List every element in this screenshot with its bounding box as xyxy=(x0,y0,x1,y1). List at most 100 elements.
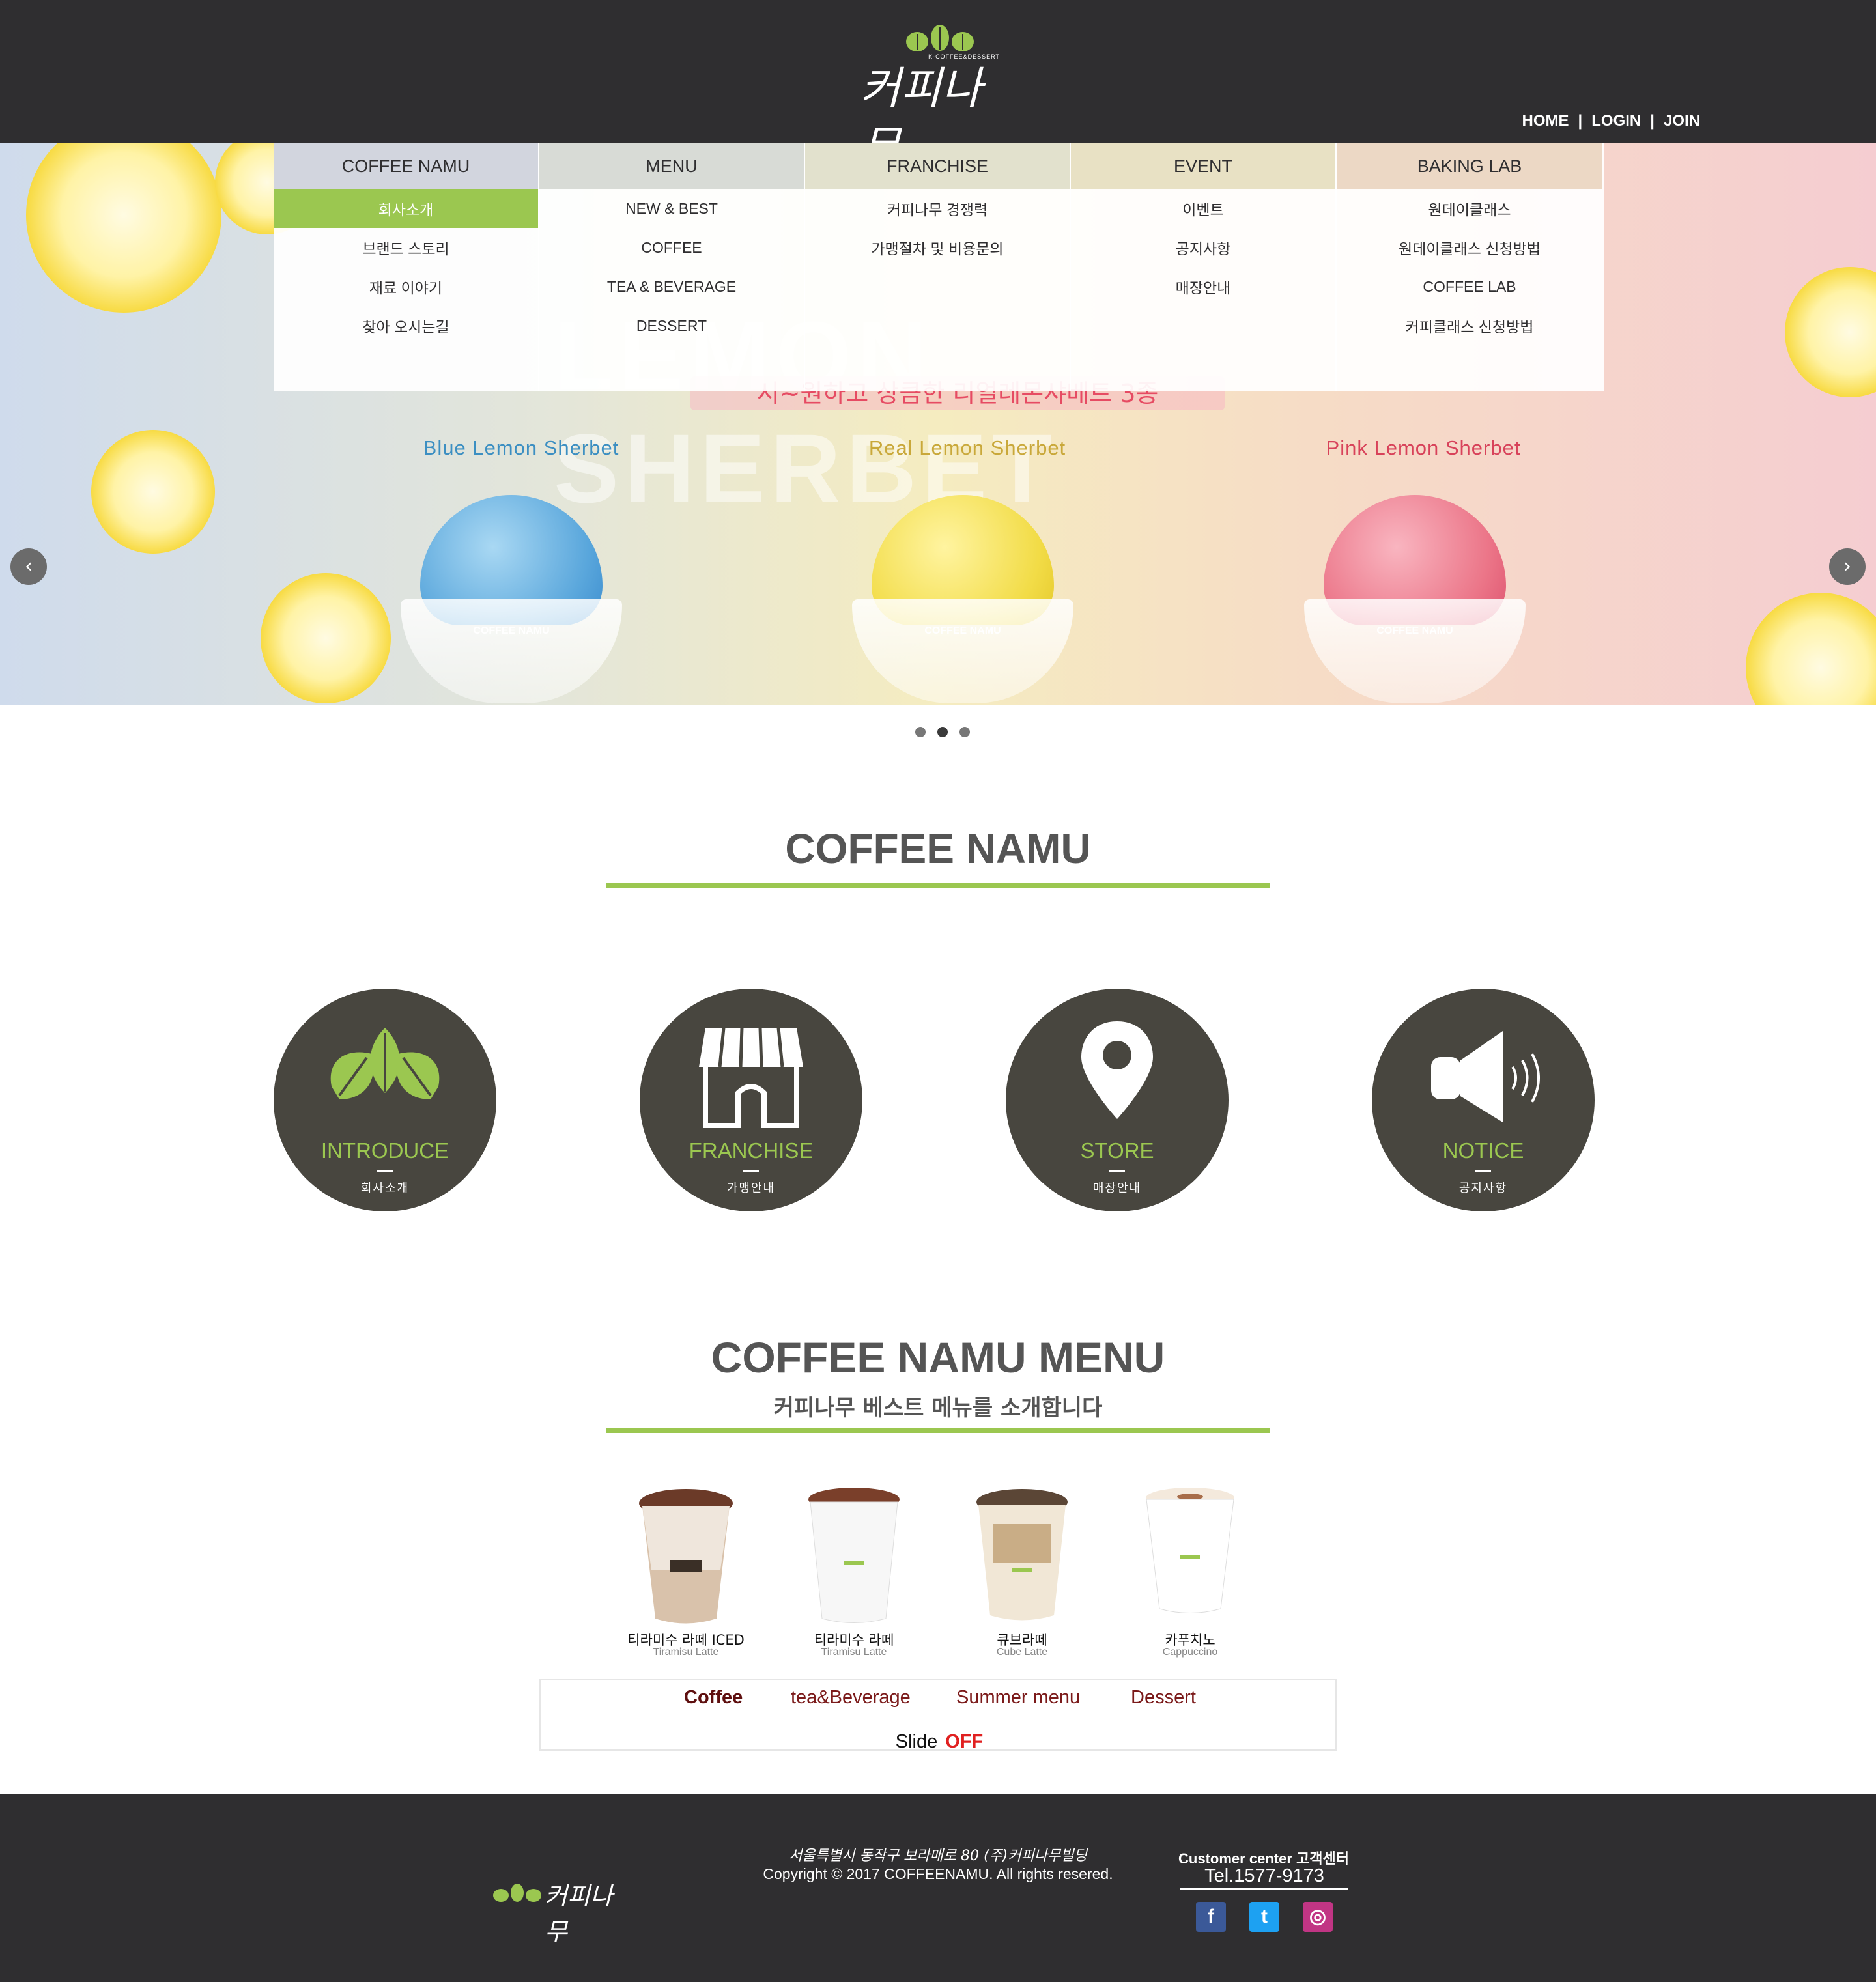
circle-divider xyxy=(743,1170,759,1172)
tab-summer-menu[interactable]: Summer menu xyxy=(956,1687,1080,1708)
nav-item-tea-beverage[interactable]: TEA & BEVERAGE xyxy=(539,267,804,306)
nav-item-competitiveness[interactable]: 커피나무 경쟁력 xyxy=(805,189,1070,228)
cup-label: COFFEE NAMU xyxy=(473,625,550,636)
instagram-link[interactable]: ◎ xyxy=(1303,1902,1333,1932)
nav-item-company-intro[interactable]: 회사소개 xyxy=(274,189,538,228)
slide-toggle[interactable]: Slide OFF xyxy=(541,1731,1338,1753)
chevron-left-icon: ‹ xyxy=(25,555,33,578)
nav-item-brand-story[interactable]: 브랜드 스토리 xyxy=(274,228,538,267)
product-name-en: Tiramisu Latte xyxy=(653,1647,719,1658)
product-card[interactable]: 큐브라떼 Cube Latte xyxy=(947,1479,1090,1667)
map-pin-icon xyxy=(1081,1021,1153,1119)
twitter-link[interactable]: t xyxy=(1249,1902,1279,1932)
nav-head-franchise[interactable]: FRANCHISE xyxy=(805,143,1070,189)
notice-button[interactable]: NOTICE 공지사항 xyxy=(1372,989,1595,1211)
circle-subtitle: 회사소개 xyxy=(360,1182,410,1195)
nav-head-baking-lab[interactable]: BAKING LAB xyxy=(1337,143,1602,189)
nav-item-directions[interactable]: 찾아 오시는길 xyxy=(274,306,538,345)
login-link[interactable]: LOGIN xyxy=(1591,112,1641,130)
storefront-icon xyxy=(699,1027,803,1128)
nav-item-stores[interactable]: 매장안내 xyxy=(1071,267,1335,306)
lemon-slice-image xyxy=(261,573,391,703)
nav-head-coffee-namu[interactable]: COFFEE NAMU xyxy=(274,143,538,189)
slider-dot-1[interactable] xyxy=(915,727,926,737)
footer-logo[interactable]: 커피나무 xyxy=(492,1876,623,1946)
nav-item-coffee[interactable]: COFFEE xyxy=(539,228,804,267)
footer-address: 서울특별시 동작구 보라매로 80 (주)커피나무빌딩 xyxy=(789,1848,1087,1864)
link-separator: | xyxy=(1578,112,1583,130)
top-links: HOME | LOGIN | JOIN xyxy=(1522,112,1700,130)
footer-copyright: Copyright © 2017 COFFEENAMU. All rights … xyxy=(763,1865,1113,1882)
nav-item-oneday-apply[interactable]: 원데이클래스 신청방법 xyxy=(1337,228,1602,267)
nav-column-menu: MENU NEW & BEST COFFEE TEA & BEVERAGE DE… xyxy=(539,143,805,391)
tab-dessert[interactable]: Dessert xyxy=(1131,1687,1196,1708)
real-sherbet-image: COFFEE NAMU xyxy=(852,495,1073,705)
product-card[interactable]: 카푸치노 Cappuccino xyxy=(1115,1479,1258,1667)
site-logo[interactable]: K-COFFEE&DESSERT 커피나무 xyxy=(853,18,1023,173)
iced-latte-cup-image xyxy=(639,1489,733,1624)
introduce-button[interactable]: INTRODUCE 회사소개 xyxy=(274,989,496,1211)
slider-dot-3[interactable] xyxy=(959,727,970,737)
site-footer: 커피나무 서울특별시 동작구 보라매로 80 (주)커피나무빌딩 Copyrig… xyxy=(0,1794,1876,1982)
tab-tea-beverage[interactable]: tea&Beverage xyxy=(791,1687,911,1708)
nav-item-oneday-class[interactable]: 원데이클래스 xyxy=(1337,189,1602,228)
product-card[interactable]: 티라미수 라떼 Tiramisu Latte xyxy=(779,1479,922,1667)
section-underline xyxy=(606,1428,1270,1433)
circle-title: STORE xyxy=(1080,1139,1154,1163)
product-card[interactable]: 티라미수 라떼 ICED Tiramisu Latte xyxy=(611,1479,754,1667)
nav-column-baking-lab: BAKING LAB 원데이클래스 원데이클래스 신청방법 COFFEE LAB… xyxy=(1337,143,1602,391)
facebook-link[interactable]: f xyxy=(1196,1902,1226,1932)
nav-item-notices[interactable]: 공지사항 xyxy=(1071,228,1335,267)
chevron-right-icon: › xyxy=(1843,555,1851,578)
nav-item-new-best[interactable]: NEW & BEST xyxy=(539,189,804,228)
lemon-slice-image xyxy=(1746,593,1876,705)
nav-item-coffee-class-apply[interactable]: 커피클래스 신청방법 xyxy=(1337,306,1602,345)
circle-title: NOTICE xyxy=(1442,1139,1524,1163)
link-separator: | xyxy=(1650,112,1655,130)
product-name-en: Cappuccino xyxy=(1162,1647,1218,1658)
circle-subtitle: 가맹안내 xyxy=(726,1182,776,1195)
lemon-slice-image xyxy=(26,143,221,313)
nav-item-events[interactable]: 이벤트 xyxy=(1071,189,1335,228)
slide-state[interactable]: OFF xyxy=(945,1731,983,1752)
circle-subtitle: 공지사항 xyxy=(1458,1182,1508,1195)
slider-dot-2[interactable] xyxy=(937,727,948,737)
nav-column-coffee-namu: COFFEE NAMU 회사소개 브랜드 스토리 재료 이야기 찾아 오시는길 xyxy=(274,143,539,391)
join-link[interactable]: JOIN xyxy=(1664,112,1700,130)
footer-logo-text: 커피나무 xyxy=(545,1882,613,1946)
slider-next-button[interactable]: › xyxy=(1829,548,1866,585)
facebook-icon: f xyxy=(1208,1906,1214,1927)
nav-head-event[interactable]: EVENT xyxy=(1071,143,1335,189)
flavor-label-pink: Pink Lemon Sherbet xyxy=(1326,436,1521,459)
leaves-logo-icon xyxy=(906,25,974,51)
twitter-icon: t xyxy=(1261,1906,1268,1927)
leaves-logo-icon xyxy=(493,1884,541,1902)
cube-latte-cup-image xyxy=(976,1489,1068,1621)
blue-sherbet-image: COFFEE NAMU xyxy=(401,495,622,705)
slide-label: Slide xyxy=(895,1731,938,1752)
circle-title: INTRODUCE xyxy=(320,1139,449,1163)
nav-column-event: EVENT 이벤트 공지사항 매장안내 xyxy=(1071,143,1337,391)
tiramisu-latte-cup-image xyxy=(808,1488,900,1623)
nav-item-ingredients[interactable]: 재료 이야기 xyxy=(274,267,538,306)
circle-title: FRANCHISE xyxy=(689,1139,814,1163)
product-name-en: Cube Latte xyxy=(996,1647,1048,1658)
home-link[interactable]: HOME xyxy=(1522,112,1569,130)
franchise-button[interactable]: FRANCHISE 가맹안내 xyxy=(640,989,862,1211)
leaves-icon xyxy=(330,1028,440,1099)
flavor-label-blue: Blue Lemon Sherbet xyxy=(423,436,619,459)
nav-head-menu[interactable]: MENU xyxy=(539,143,804,189)
nav-item-coffee-lab[interactable]: COFFEE LAB xyxy=(1337,267,1602,306)
section-title-menu: COFFEE NAMU MENU xyxy=(711,1333,1165,1381)
slider-dots xyxy=(909,727,976,737)
nav-item-dessert[interactable]: DESSERT xyxy=(539,306,804,345)
pink-sherbet-image: COFFEE NAMU xyxy=(1304,495,1526,705)
cappuccino-cup-image xyxy=(1146,1488,1234,1613)
store-button[interactable]: STORE 매장안내 xyxy=(1006,989,1229,1211)
menu-tabs: Coffee tea&Beverage Summer menu Dessert xyxy=(541,1680,1338,1720)
nav-column-franchise: FRANCHISE 커피나무 경쟁력 가맹절차 및 비용문의 xyxy=(805,143,1071,391)
tab-coffee[interactable]: Coffee xyxy=(684,1687,743,1708)
nav-item-franchise-process[interactable]: 가맹절차 및 비용문의 xyxy=(805,228,1070,267)
section-title-coffee-namu: COFFEE NAMU xyxy=(785,825,1091,872)
slider-prev-button[interactable]: ‹ xyxy=(10,548,47,585)
